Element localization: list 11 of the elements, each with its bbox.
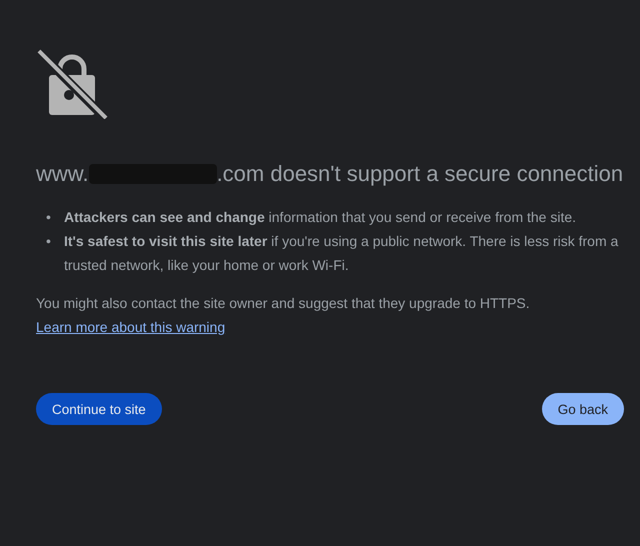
heading-text: www. [36, 161, 89, 186]
learn-more-link[interactable]: Learn more about this warning [36, 319, 226, 335]
lock-off-icon [36, 47, 108, 119]
heading-text: .com doesn't support a secure connection [216, 161, 624, 186]
continue-button[interactable]: Continue to site [36, 393, 162, 425]
bullet-marker: • [46, 232, 52, 251]
bullet-text: It's safest to visit this site later if you're using a public network. There is less risk from a trusted network, like your home or work Wi-Fi. [64, 232, 620, 275]
owner-note: You might also contact the site owner and suggest that they upgrade to HTTPS. Learn more about this warning [36, 294, 531, 337]
bullet-text: Attackers can see and change information that you send or receive from the site. [64, 208, 578, 227]
back-button[interactable]: Go back [542, 393, 624, 425]
bullet-marker: • [46, 208, 52, 227]
